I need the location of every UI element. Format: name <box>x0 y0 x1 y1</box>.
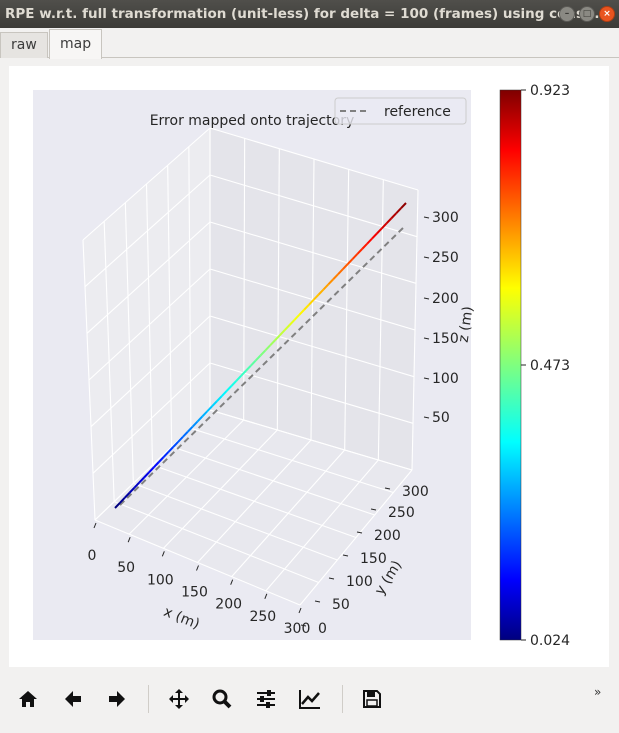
configure-subplots-button[interactable] <box>251 684 281 714</box>
home-icon <box>19 691 37 707</box>
back-button[interactable] <box>58 684 88 714</box>
y-tick-label: 100 <box>346 574 373 590</box>
colorbar <box>499 89 522 641</box>
z-tick-label: 150 <box>432 331 459 347</box>
toolbar-overflow-button[interactable]: » <box>594 685 601 699</box>
y-tick-label: 250 <box>388 505 415 521</box>
tab-bar: raw map <box>0 28 619 59</box>
z-tick-label: 100 <box>432 371 459 387</box>
z-tick-label: 250 <box>432 250 459 266</box>
pan-button[interactable] <box>164 684 194 714</box>
x-tick-label: 0 <box>88 548 97 564</box>
home-button[interactable] <box>13 684 43 714</box>
x-tick-label: 200 <box>215 597 242 613</box>
line-chart-icon <box>299 690 320 709</box>
y-tick-label: 50 <box>332 597 350 613</box>
y-tick-label: 200 <box>374 528 401 544</box>
y-tick-label: 0 <box>318 621 327 637</box>
plot-3d[interactable]: Error mapped onto trajectory reference 5… <box>9 66 609 667</box>
tab-map[interactable]: map <box>49 29 103 59</box>
save-button[interactable] <box>357 684 387 714</box>
x-tick-label: 50 <box>117 560 135 576</box>
z-tick-label: 50 <box>432 410 450 426</box>
move-icon <box>169 689 189 709</box>
toolbar-separator <box>342 685 343 713</box>
window-title: RPE w.r.t. full transformation (unit-les… <box>5 6 600 22</box>
x-tick-label: 150 <box>181 585 208 601</box>
tab-raw[interactable]: raw <box>0 32 48 58</box>
toolbar-separator <box>148 685 149 713</box>
close-button[interactable]: × <box>599 6 615 22</box>
x-tick-label: 100 <box>147 572 174 588</box>
magnifier-icon <box>212 689 232 709</box>
colorbar-tick-label: 0.473 <box>530 358 570 374</box>
arrow-left-icon <box>65 691 81 707</box>
plot-title: Error mapped onto trajectory <box>150 113 355 129</box>
legend-reference-label: reference <box>384 104 451 120</box>
edit-axis-button[interactable] <box>295 684 325 714</box>
figure-canvas[interactable]: Error mapped onto trajectory reference 5… <box>9 66 609 667</box>
colorbar-tick-label: 0.024 <box>530 633 570 649</box>
sliders-icon <box>257 690 275 708</box>
arrow-right-icon <box>109 691 125 707</box>
z-tick-label: 200 <box>432 291 459 307</box>
minimize-button[interactable]: – <box>559 6 575 22</box>
window-titlebar: RPE w.r.t. full transformation (unit-les… <box>0 0 619 28</box>
x-tick-label: 250 <box>249 609 276 625</box>
forward-button[interactable] <box>102 684 132 714</box>
y-tick-label: 150 <box>360 551 387 567</box>
z-tick-label: 300 <box>432 210 459 226</box>
floppy-icon <box>363 690 381 708</box>
y-tick-label: 300 <box>402 484 429 500</box>
legend[interactable]: reference <box>334 97 467 125</box>
zoom-button[interactable] <box>207 684 237 714</box>
colorbar-tick-label: 0.923 <box>530 83 570 99</box>
maximize-button[interactable]: □ <box>579 6 595 22</box>
x-tick-label: 300 <box>284 621 311 637</box>
navigation-toolbar: » <box>0 680 619 720</box>
